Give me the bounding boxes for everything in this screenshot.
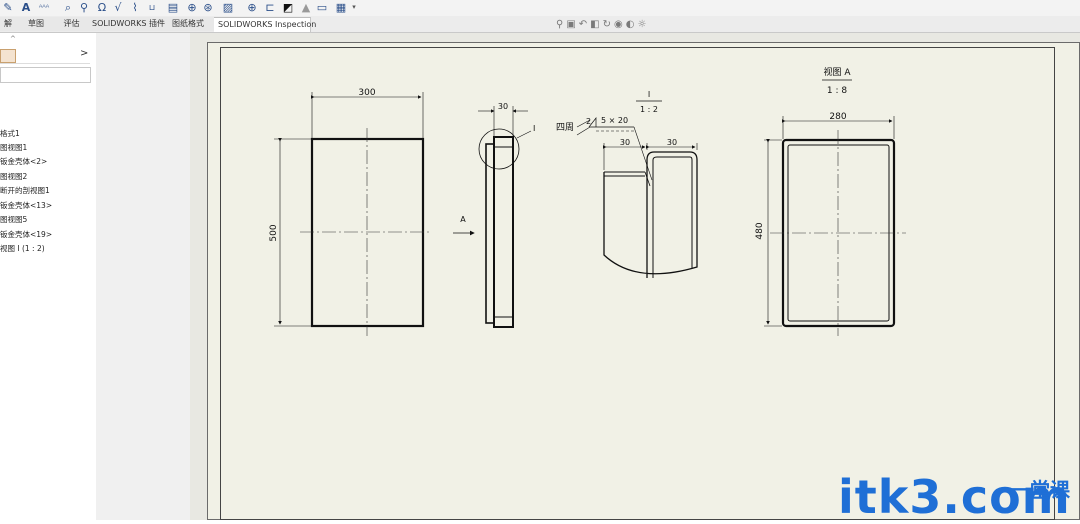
detail-view[interactable]: I 1 : 2 四周 2 5 × 20 30 30 bbox=[556, 90, 698, 278]
dim-height[interactable]: 500 bbox=[269, 224, 279, 241]
detail-callout[interactable]: I bbox=[533, 124, 535, 133]
watermark-sub: 一堂课 bbox=[1010, 478, 1070, 502]
view-a-dim-width[interactable]: 280 bbox=[829, 112, 846, 122]
view-a-scale[interactable]: 1 : 8 bbox=[827, 86, 847, 96]
view-a-title[interactable]: 视图 A bbox=[823, 66, 851, 78]
dim-width[interactable]: 300 bbox=[358, 88, 375, 98]
drawing-views: 300 500 I 30 A I 1 : 2 四周 2 5 × 20 30 30… bbox=[269, 66, 906, 336]
detail-dim-a[interactable]: 30 bbox=[620, 138, 630, 147]
detail-scale[interactable]: 1 : 2 bbox=[640, 105, 658, 114]
front-view[interactable]: 300 500 bbox=[269, 88, 432, 336]
weld-all-around-label[interactable]: 四周 bbox=[556, 122, 574, 133]
dim-thickness[interactable]: 30 bbox=[498, 102, 508, 111]
view-a-dim-height[interactable]: 480 bbox=[755, 222, 765, 239]
detail-label[interactable]: I bbox=[648, 90, 650, 99]
side-view[interactable]: I 30 A bbox=[453, 102, 535, 328]
weld-size[interactable]: 2 bbox=[586, 117, 591, 126]
detail-dim-b[interactable]: 30 bbox=[667, 138, 677, 147]
view-a[interactable]: 视图 A 1 : 8 280 480 bbox=[755, 66, 906, 336]
view-arrow-label[interactable]: A bbox=[460, 215, 466, 224]
weld-spec[interactable]: 5 × 20 bbox=[601, 116, 628, 125]
